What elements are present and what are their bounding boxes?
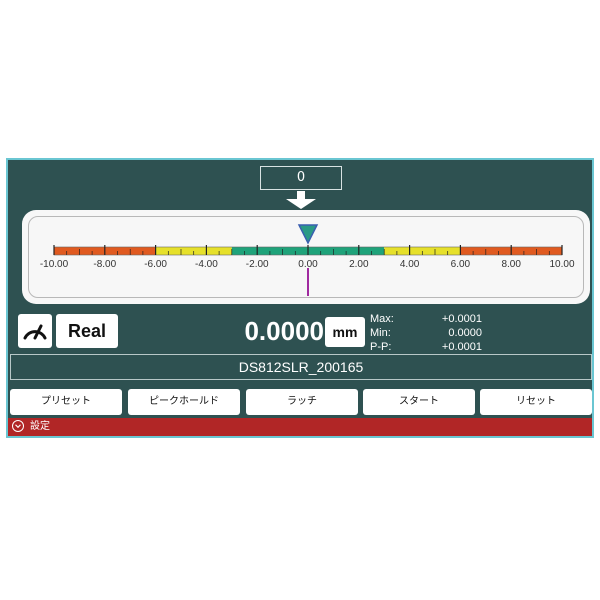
gauge-scale: -10.00 -8.00 -6.00 -4.00 -2.00 0.00 2.00 4.00 6.… <box>40 224 575 296</box>
tick-label: 8.00 <box>501 259 521 270</box>
tick-label: 10.00 <box>549 259 574 270</box>
settings-label: 設定 <box>30 421 50 432</box>
mode-button[interactable]: Real <box>56 314 118 348</box>
latch-button[interactable]: ラッチ <box>246 389 358 415</box>
tick-label: 2.00 <box>349 259 369 270</box>
preset-button[interactable]: プリセット <box>10 389 122 415</box>
unit-button[interactable]: mm <box>325 317 365 347</box>
max-value: +0.0001 <box>441 313 482 325</box>
max-label: Max: <box>370 313 394 325</box>
tick-label: -8.00 <box>93 259 116 270</box>
min-label: Min: <box>370 327 391 339</box>
reset-button[interactable]: リセット <box>480 389 592 415</box>
tick-label: -10.00 <box>40 259 69 270</box>
measurement-panel: 0 -10.00 -8.00 -6.00 -4.00 -2.00 0.00 2.00 4.00… <box>6 158 594 438</box>
chevron-down-circle-icon <box>12 420 24 432</box>
pp-label: P-P: <box>370 341 392 353</box>
pp-value: +0.0001 <box>441 341 482 353</box>
speedometer-icon <box>23 324 47 340</box>
device-name: DS812SLR_200165 <box>10 354 592 380</box>
tick-label: -2.00 <box>246 259 269 270</box>
tick-label: 4.00 <box>400 259 420 270</box>
settings-bar[interactable]: 設定 <box>8 418 592 436</box>
pointer-triangle-icon <box>297 224 319 245</box>
speedometer-button[interactable] <box>18 314 52 348</box>
tick-label: -6.00 <box>144 259 167 270</box>
start-button[interactable]: スタート <box>363 389 475 415</box>
down-arrow-icon <box>286 191 316 209</box>
peak-hold-button[interactable]: ピークホールド <box>128 389 240 415</box>
tick-label: 6.00 <box>451 259 471 270</box>
reading-value: 0.0000 <box>244 316 324 346</box>
min-value: 0.0000 <box>448 327 482 339</box>
target-value-display: 0 <box>260 166 342 190</box>
tick-label: -4.00 <box>195 259 218 270</box>
